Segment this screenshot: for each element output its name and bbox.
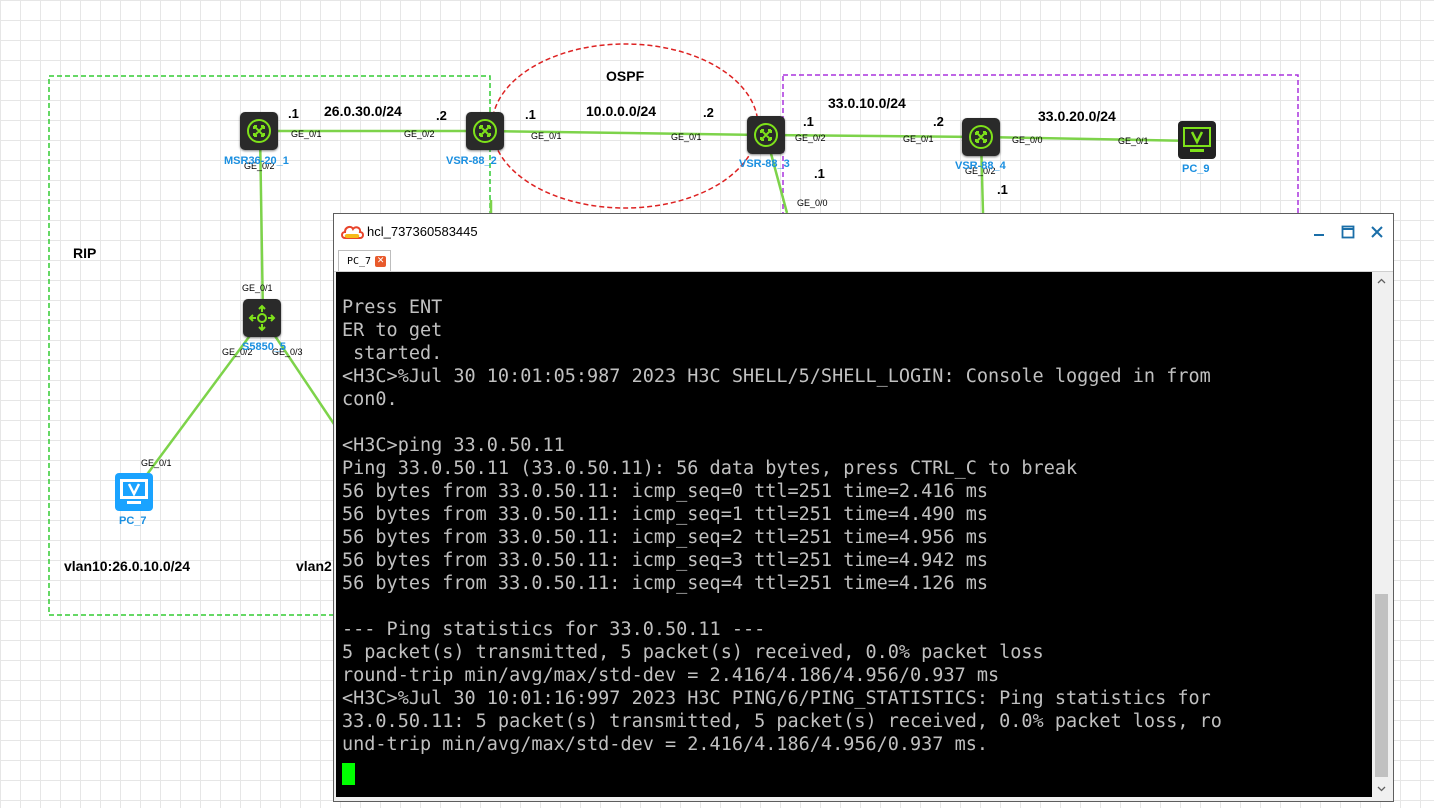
terminal-window: hcl_737360583445 PC_7 ✕ Press ENT ER to … bbox=[333, 213, 1394, 802]
rip-zone-label: RIP bbox=[73, 245, 97, 261]
port-label: GE_0/1 bbox=[671, 132, 702, 142]
link-vsr2-vsr3 bbox=[484, 129, 767, 137]
port-label: GE_0/2 bbox=[795, 133, 826, 143]
router-msr[interactable] bbox=[240, 112, 278, 150]
device-label-vsr4: VSR-88_4 bbox=[955, 160, 1006, 172]
cloud-logo-icon bbox=[341, 225, 364, 239]
pc-monitor-icon bbox=[120, 479, 148, 504]
switch-icon bbox=[248, 304, 276, 332]
scrollbar-thumb[interactable] bbox=[1375, 594, 1388, 777]
window-titlebar[interactable]: hcl_737360583445 bbox=[334, 214, 1393, 249]
chevron-up-icon bbox=[1377, 278, 1386, 283]
console-line: 5 packet(s) transmitted, 5 packet(s) rec… bbox=[342, 642, 1044, 663]
pc-9[interactable] bbox=[1178, 121, 1216, 159]
console-line: <H3C>%Jul 30 10:01:05:987 2023 H3C SHELL… bbox=[342, 366, 1211, 387]
ip-label: .1 bbox=[288, 106, 299, 121]
ospf-zone-label: OSPF bbox=[606, 68, 645, 84]
tab-label: PC_7 bbox=[347, 255, 372, 267]
console-line: con0. bbox=[342, 389, 398, 410]
console-line: --- Ping statistics for 33.0.50.11 --- bbox=[342, 619, 766, 640]
console-line: started. bbox=[342, 343, 443, 364]
ip-label: .2 bbox=[436, 108, 447, 123]
console-line: round-trip min/avg/max/std-dev = 2.416/4… bbox=[342, 665, 1000, 686]
tab-bar: PC_7 ✕ bbox=[334, 249, 1393, 272]
minimize-icon bbox=[1314, 234, 1324, 236]
console-line: 56 bytes from 33.0.50.11: icmp_seq=1 ttl… bbox=[342, 504, 989, 525]
port-label: GE_0/1 bbox=[141, 458, 172, 468]
ip-label: .1 bbox=[997, 182, 1008, 197]
window-title: hcl_737360583445 bbox=[367, 224, 478, 239]
device-label-switch: S5850_5 bbox=[242, 341, 287, 353]
router-icon bbox=[754, 123, 778, 147]
router-icon bbox=[473, 119, 497, 143]
vlan-label: vlan2 bbox=[296, 558, 332, 574]
network-label: 26.0.30.0/24 bbox=[324, 103, 402, 119]
console-scrollbar[interactable] bbox=[1373, 272, 1390, 797]
scroll-down-button[interactable] bbox=[1373, 780, 1390, 797]
console-cursor bbox=[342, 763, 355, 785]
ip-label: .2 bbox=[703, 105, 714, 120]
console-line: 56 bytes from 33.0.50.11: icmp_seq=4 ttl… bbox=[342, 573, 989, 594]
ip-label: .1 bbox=[814, 166, 825, 181]
device-label-pc7: PC_7 bbox=[119, 515, 147, 527]
device-label-vsr2: VSR-88_2 bbox=[446, 155, 497, 167]
tab-close-icon[interactable]: ✕ bbox=[375, 255, 387, 267]
chevron-down-icon bbox=[1377, 786, 1386, 791]
close-icon bbox=[1371, 226, 1383, 238]
console-line: Press ENT bbox=[342, 297, 443, 318]
maximize-button[interactable] bbox=[1334, 218, 1362, 246]
port-label: GE_0/1 bbox=[531, 131, 562, 141]
port-label: GE_0/0 bbox=[797, 198, 828, 208]
close-button[interactable] bbox=[1363, 218, 1391, 246]
ip-label: .1 bbox=[803, 114, 814, 129]
console-line: und-trip min/avg/max/std-dev = 2.416/4.1… bbox=[342, 734, 989, 755]
ip-label: .2 bbox=[933, 114, 944, 129]
console-text: Press ENT ER to get started. <H3C>%Jul 3… bbox=[342, 296, 1222, 756]
minimize-button[interactable] bbox=[1305, 218, 1333, 246]
console-line: ER to get bbox=[342, 320, 443, 341]
router-vsr2[interactable] bbox=[466, 112, 504, 150]
router-vsr4[interactable] bbox=[962, 118, 1000, 156]
router-vsr3[interactable] bbox=[747, 116, 785, 154]
maximize-icon bbox=[1341, 225, 1355, 239]
vlan-label: vlan10:26.0.10.0/24 bbox=[64, 558, 191, 574]
device-label-vsr3: VSR-88_3 bbox=[739, 158, 790, 170]
port-label: GE_0/2 bbox=[404, 129, 435, 139]
device-label-msr: MSR36-20_1 bbox=[224, 155, 289, 167]
network-label: 33.0.20.0/24 bbox=[1038, 108, 1116, 124]
console-line: Ping 33.0.50.11 (33.0.50.11): 56 data by… bbox=[342, 458, 1078, 479]
switch-s5850[interactable] bbox=[243, 299, 281, 337]
device-label-pc9: PC_9 bbox=[1182, 163, 1210, 175]
pc-7[interactable] bbox=[115, 473, 153, 511]
port-label: GE_0/0 bbox=[1012, 135, 1043, 145]
console-output[interactable]: Press ENT ER to get started. <H3C>%Jul 3… bbox=[336, 272, 1372, 797]
port-label: GE_0/1 bbox=[903, 134, 934, 144]
port-label: GE_0/1 bbox=[1118, 136, 1149, 146]
port-label: GE_0/1 bbox=[291, 129, 322, 139]
pc-monitor-icon bbox=[1183, 127, 1211, 152]
console-line: <H3C>ping 33.0.50.11 bbox=[342, 435, 565, 456]
scroll-up-button[interactable] bbox=[1373, 272, 1390, 289]
tab-pc7[interactable]: PC_7 ✕ bbox=[338, 250, 392, 271]
port-label: GE_0/1 bbox=[242, 283, 273, 293]
console-line: 33.0.50.11: 5 packet(s) transmitted, 5 p… bbox=[342, 711, 1222, 732]
console-line: 56 bytes from 33.0.50.11: icmp_seq=2 ttl… bbox=[342, 527, 989, 548]
network-label: 10.0.0.0/24 bbox=[586, 103, 657, 119]
router-icon bbox=[247, 119, 271, 143]
network-label: 33.0.10.0/24 bbox=[828, 95, 906, 111]
console-line: 56 bytes from 33.0.50.11: icmp_seq=3 ttl… bbox=[342, 550, 989, 571]
console-line: 56 bytes from 33.0.50.11: icmp_seq=0 ttl… bbox=[342, 481, 989, 502]
console-line: <H3C>%Jul 30 10:01:16:997 2023 H3C PING/… bbox=[342, 688, 1211, 709]
router-icon bbox=[969, 125, 993, 149]
ip-label: .1 bbox=[525, 107, 536, 122]
